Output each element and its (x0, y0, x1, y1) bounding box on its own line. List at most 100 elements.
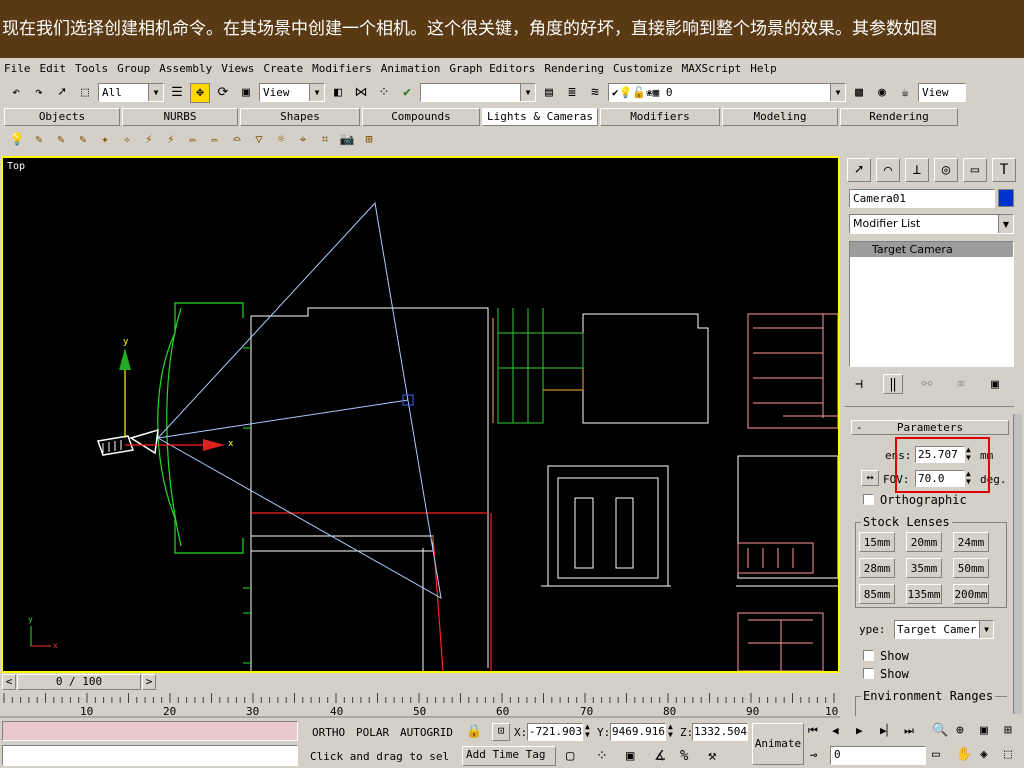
arc-rotate-icon[interactable]: ◈ (980, 747, 988, 762)
polar-snap[interactable]: POLAR (356, 726, 389, 739)
modifier-stack[interactable]: Target Camera (849, 241, 1014, 367)
pen-icon[interactable]: ✏ (184, 130, 202, 148)
show-end-result-icon[interactable]: ‖ (883, 374, 903, 394)
mirror-icon[interactable]: ⋈ (351, 83, 371, 103)
area-light-icon[interactable]: ⌓ (228, 130, 246, 148)
fov-direction-icon[interactable]: ↔ (861, 470, 879, 486)
lens-85mm-button[interactable]: 85mm (859, 584, 895, 604)
menu-tools[interactable]: Tools (75, 62, 108, 75)
lens-28mm-button[interactable]: 28mm (859, 558, 895, 578)
lens-135mm-button[interactable]: 135mm (906, 584, 942, 604)
next-frame-icon[interactable]: > (142, 674, 156, 690)
x-coord-input[interactable]: -721.903 (527, 723, 583, 741)
x-spinner[interactable]: ▲ ▼ (585, 723, 590, 739)
tab-objects[interactable]: Objects (4, 108, 120, 126)
menu-graph-editors[interactable]: Graph Editors (449, 62, 535, 75)
menu-help[interactable]: Help (750, 62, 777, 75)
camera-type-dropdown[interactable]: Target Camer ▼ (894, 620, 994, 639)
menu-customize[interactable]: Customize (613, 62, 673, 75)
prev-key-icon[interactable]: ◀ (832, 724, 839, 737)
lens-35mm-button[interactable]: 35mm (906, 558, 942, 578)
layer-dropdown[interactable]: ✔💡🔓❀▦ 0 ▼ (608, 83, 846, 102)
edit-named-sel-icon[interactable]: ⚒ (708, 748, 716, 764)
render-view-dropdown[interactable]: View (918, 83, 966, 102)
zoom-icon[interactable]: 🔍 (932, 723, 948, 738)
parameters-rollout-header[interactable]: - Parameters (851, 420, 1009, 435)
utilities-panel-icon[interactable]: T (992, 158, 1016, 182)
tab-modifiers[interactable]: Modifiers (600, 108, 720, 126)
menu-views[interactable]: Views (221, 62, 254, 75)
align-icon[interactable]: ✔ (397, 83, 417, 103)
menu-maxscript[interactable]: MAXScript (682, 62, 742, 75)
panel-scrollbar[interactable] (1013, 414, 1022, 714)
z-coord-input[interactable]: 1332.504 (692, 723, 748, 741)
zoom-extents-icon[interactable]: ▣ (980, 723, 988, 738)
skylight-icon[interactable]: ✧ (118, 130, 136, 148)
modify-panel-icon[interactable]: ⌒ (876, 158, 900, 182)
show-cone-checkbox[interactable] (863, 650, 874, 661)
menu-rendering[interactable]: Rendering (544, 62, 604, 75)
motion-panel-icon[interactable]: ◎ (934, 158, 958, 182)
schematic-icon[interactable]: ≋ (585, 83, 605, 103)
track-view-icon[interactable]: ≣ (562, 83, 582, 103)
autogrid-snap[interactable]: AUTOGRID (400, 726, 453, 739)
menu-animation[interactable]: Animation (381, 62, 441, 75)
menu-group[interactable]: Group (117, 62, 150, 75)
tab-nurbs[interactable]: NURBS (122, 108, 238, 126)
lock-icon[interactable]: 🔒 (466, 724, 482, 739)
menu-file[interactable]: File (4, 62, 31, 75)
make-unique-icon[interactable]: ⚯ (917, 374, 937, 394)
pivot-icon[interactable]: ◧ (328, 83, 348, 103)
camera-match-icon[interactable]: ⊞ (360, 130, 378, 148)
target-direct-icon[interactable]: ✎ (52, 130, 70, 148)
menu-modifiers[interactable]: Modifiers (312, 62, 372, 75)
display-panel-icon[interactable]: ▭ (963, 158, 987, 182)
material-editor-icon[interactable]: ▩ (849, 83, 869, 103)
tab-lights-cameras[interactable]: Lights & Cameras (482, 108, 598, 126)
prev-frame-icon[interactable]: < (2, 674, 16, 690)
top-viewport[interactable]: Top x y x y (1, 156, 840, 673)
current-frame-input[interactable]: 0 (830, 746, 926, 765)
object-color-swatch[interactable] (998, 189, 1014, 207)
lens-200mm-button[interactable]: 200mm (953, 584, 989, 604)
goto-start-icon[interactable]: ⏮ (808, 724, 818, 738)
time-slider-thumb[interactable]: 0 / 100 (17, 674, 141, 690)
move-icon[interactable]: ✥ (190, 82, 210, 103)
region-select-icon[interactable]: ⬚ (75, 83, 95, 103)
play-icon[interactable]: ▶ (856, 724, 863, 737)
spinner-snap-icon[interactable]: % (680, 748, 688, 764)
sun-icon[interactable]: ☼ (272, 130, 290, 148)
scale-icon[interactable]: ▣ (236, 83, 256, 103)
pencil-icon[interactable]: ✏ (206, 130, 224, 148)
add-time-tag-button[interactable]: Add Time Tag (462, 746, 556, 766)
angle-snap-icon[interactable]: ▣ (626, 748, 634, 764)
lens-20mm-button[interactable]: 20mm (906, 532, 942, 552)
layer-manager-icon[interactable]: ▤ (539, 83, 559, 103)
animate-button[interactable]: Animate (752, 723, 804, 765)
remove-modifier-icon[interactable]: ⌧ (951, 374, 971, 394)
modifier-list-dropdown[interactable]: Modifier List ▼ (849, 214, 1014, 234)
free-direct-icon[interactable]: ✎ (74, 130, 92, 148)
lens-24mm-button[interactable]: 24mm (953, 532, 989, 552)
stack-item-target-camera[interactable]: Target Camera (850, 242, 1013, 257)
selection-lock-icon[interactable]: ▢ (566, 748, 574, 764)
object-name-field[interactable]: Camera01 (849, 189, 995, 208)
maximize-viewport-icon[interactable]: ⬚ (1004, 747, 1012, 762)
zoom-extents-all-icon[interactable]: ⊞ (1004, 723, 1012, 738)
create-panel-icon[interactable]: ➚ (847, 158, 871, 182)
free-light-icon[interactable]: ⚡ (162, 130, 180, 148)
frame-ruler[interactable]: 10 20 30 40 50 60 70 80 90 100 (0, 691, 840, 719)
y-coord-input[interactable]: 9469.916 (610, 723, 666, 741)
tab-rendering[interactable]: Rendering (840, 108, 958, 126)
zoom-all-icon[interactable]: ⊕ (956, 723, 964, 738)
key-mode-icon[interactable]: ⊸ (810, 748, 817, 762)
hierarchy-panel-icon[interactable]: ⊥ (905, 158, 929, 182)
reference-coord-dropdown[interactable]: View ▼ (259, 83, 325, 102)
free-spot-icon[interactable]: ✎ (30, 130, 48, 148)
y-spinner[interactable]: ▲ ▼ (668, 723, 673, 739)
camera-target-icon[interactable]: ⌖ (294, 130, 312, 148)
show-horizon-checkbox[interactable] (863, 668, 874, 679)
named-selection-dropdown[interactable]: ▼ (420, 83, 536, 102)
lens-50mm-button[interactable]: 50mm (953, 558, 989, 578)
menu-create[interactable]: Create (263, 62, 303, 75)
